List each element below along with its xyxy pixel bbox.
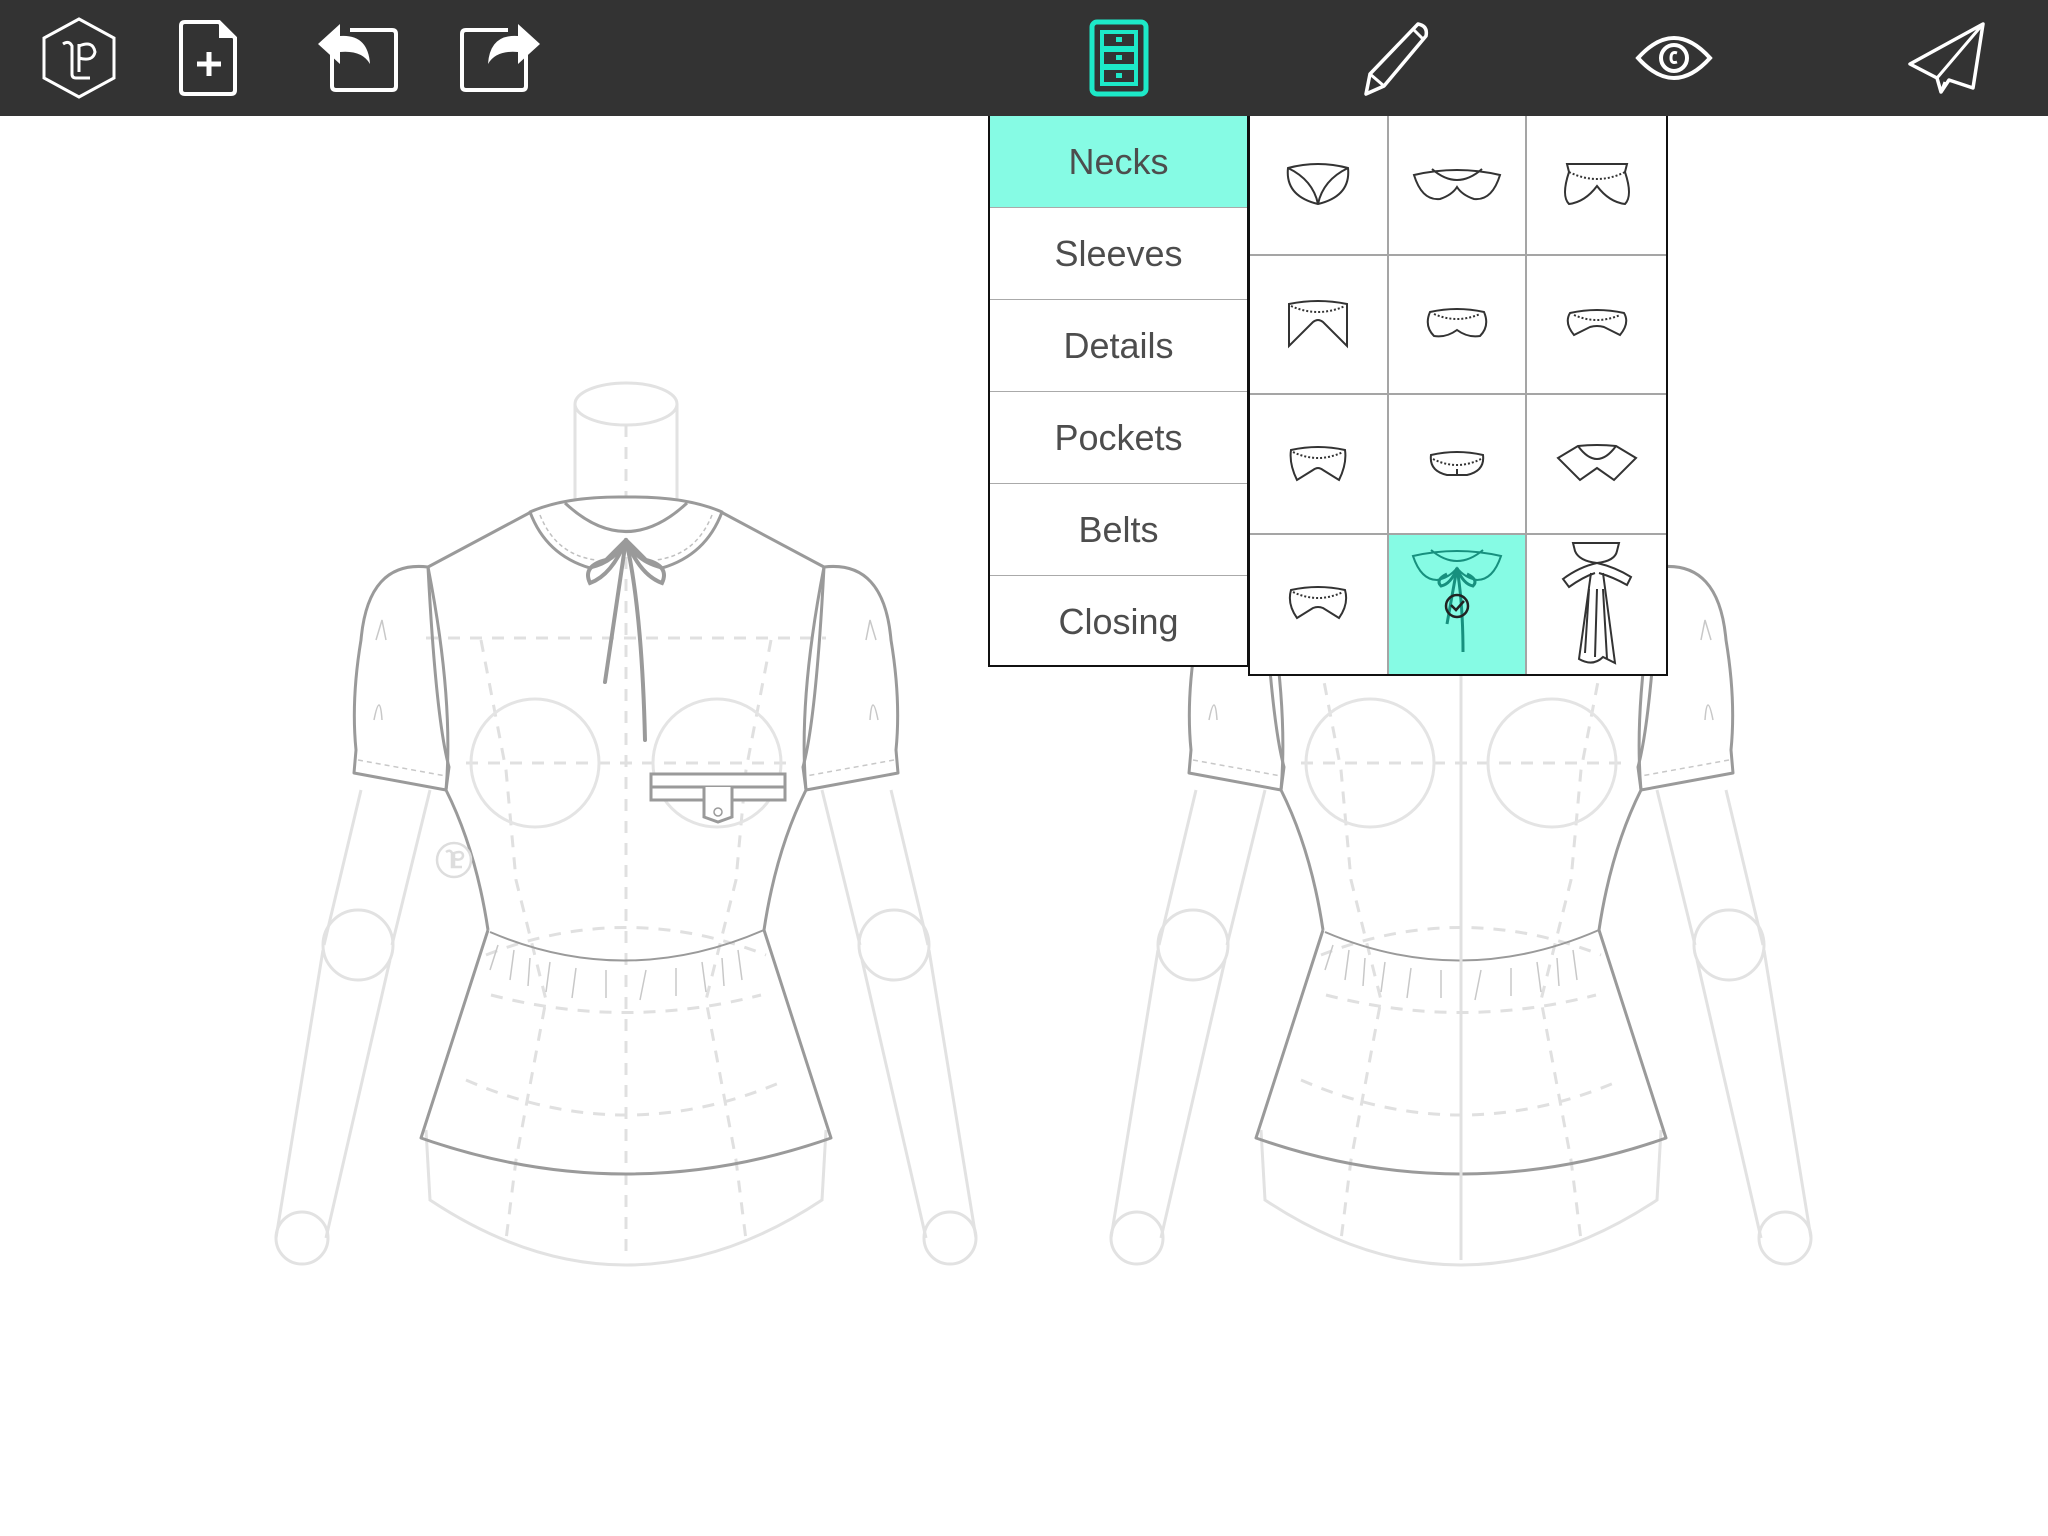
classic-shirt-collar-icon [1289,445,1347,482]
button-down-collar-icon [1289,586,1348,620]
neck-option[interactable] [1527,535,1666,675]
neck-option[interactable] [1250,255,1389,395]
neck-option[interactable] [1250,116,1389,256]
neck-option[interactable] [1388,395,1528,535]
rounded-shirt-collar-icon [1563,162,1630,205]
neck-option[interactable] [1388,255,1528,395]
category-details[interactable]: Details [990,300,1247,392]
small-shirt-collar-icon [1566,309,1627,337]
welt-pocket[interactable] [649,772,787,824]
neck-option[interactable] [1250,534,1389,674]
category-menu: Necks Sleeves Details Pockets Belts Clos… [988,116,1249,667]
mandarin-collar-icon [1429,450,1485,476]
neck-option[interactable] [1250,395,1389,535]
category-necks[interactable]: Necks [990,116,1247,208]
category-closing[interactable]: Closing [990,576,1247,668]
neck-option[interactable] [1527,116,1666,256]
neck-option[interactable] [1527,395,1666,535]
category-pockets[interactable]: Pockets [990,392,1247,484]
category-belts[interactable]: Belts [990,484,1247,576]
peter-pan-collar-icon [1412,167,1502,200]
neck-option[interactable] [1527,256,1666,395]
flat-pointed-collar-icon [1556,443,1638,482]
v-neck-collar-icon [1287,162,1350,205]
front-view-figure[interactable] [274,381,978,1267]
brand-watermark-icon [435,841,473,879]
neck-tie-bow[interactable] [586,538,666,742]
neck-option[interactable] [1388,116,1528,256]
rounded-band-collar-icon [1426,308,1488,338]
pointed-wide-collar-icon [1288,300,1349,349]
category-sleeves[interactable]: Sleeves [990,208,1247,300]
neck-option-selected[interactable] [1388,534,1528,674]
peter-pan-bow-tie-collar-icon [1411,549,1503,653]
pussy-bow-collar-icon [1561,542,1632,665]
neck-options-grid [1248,116,1668,676]
